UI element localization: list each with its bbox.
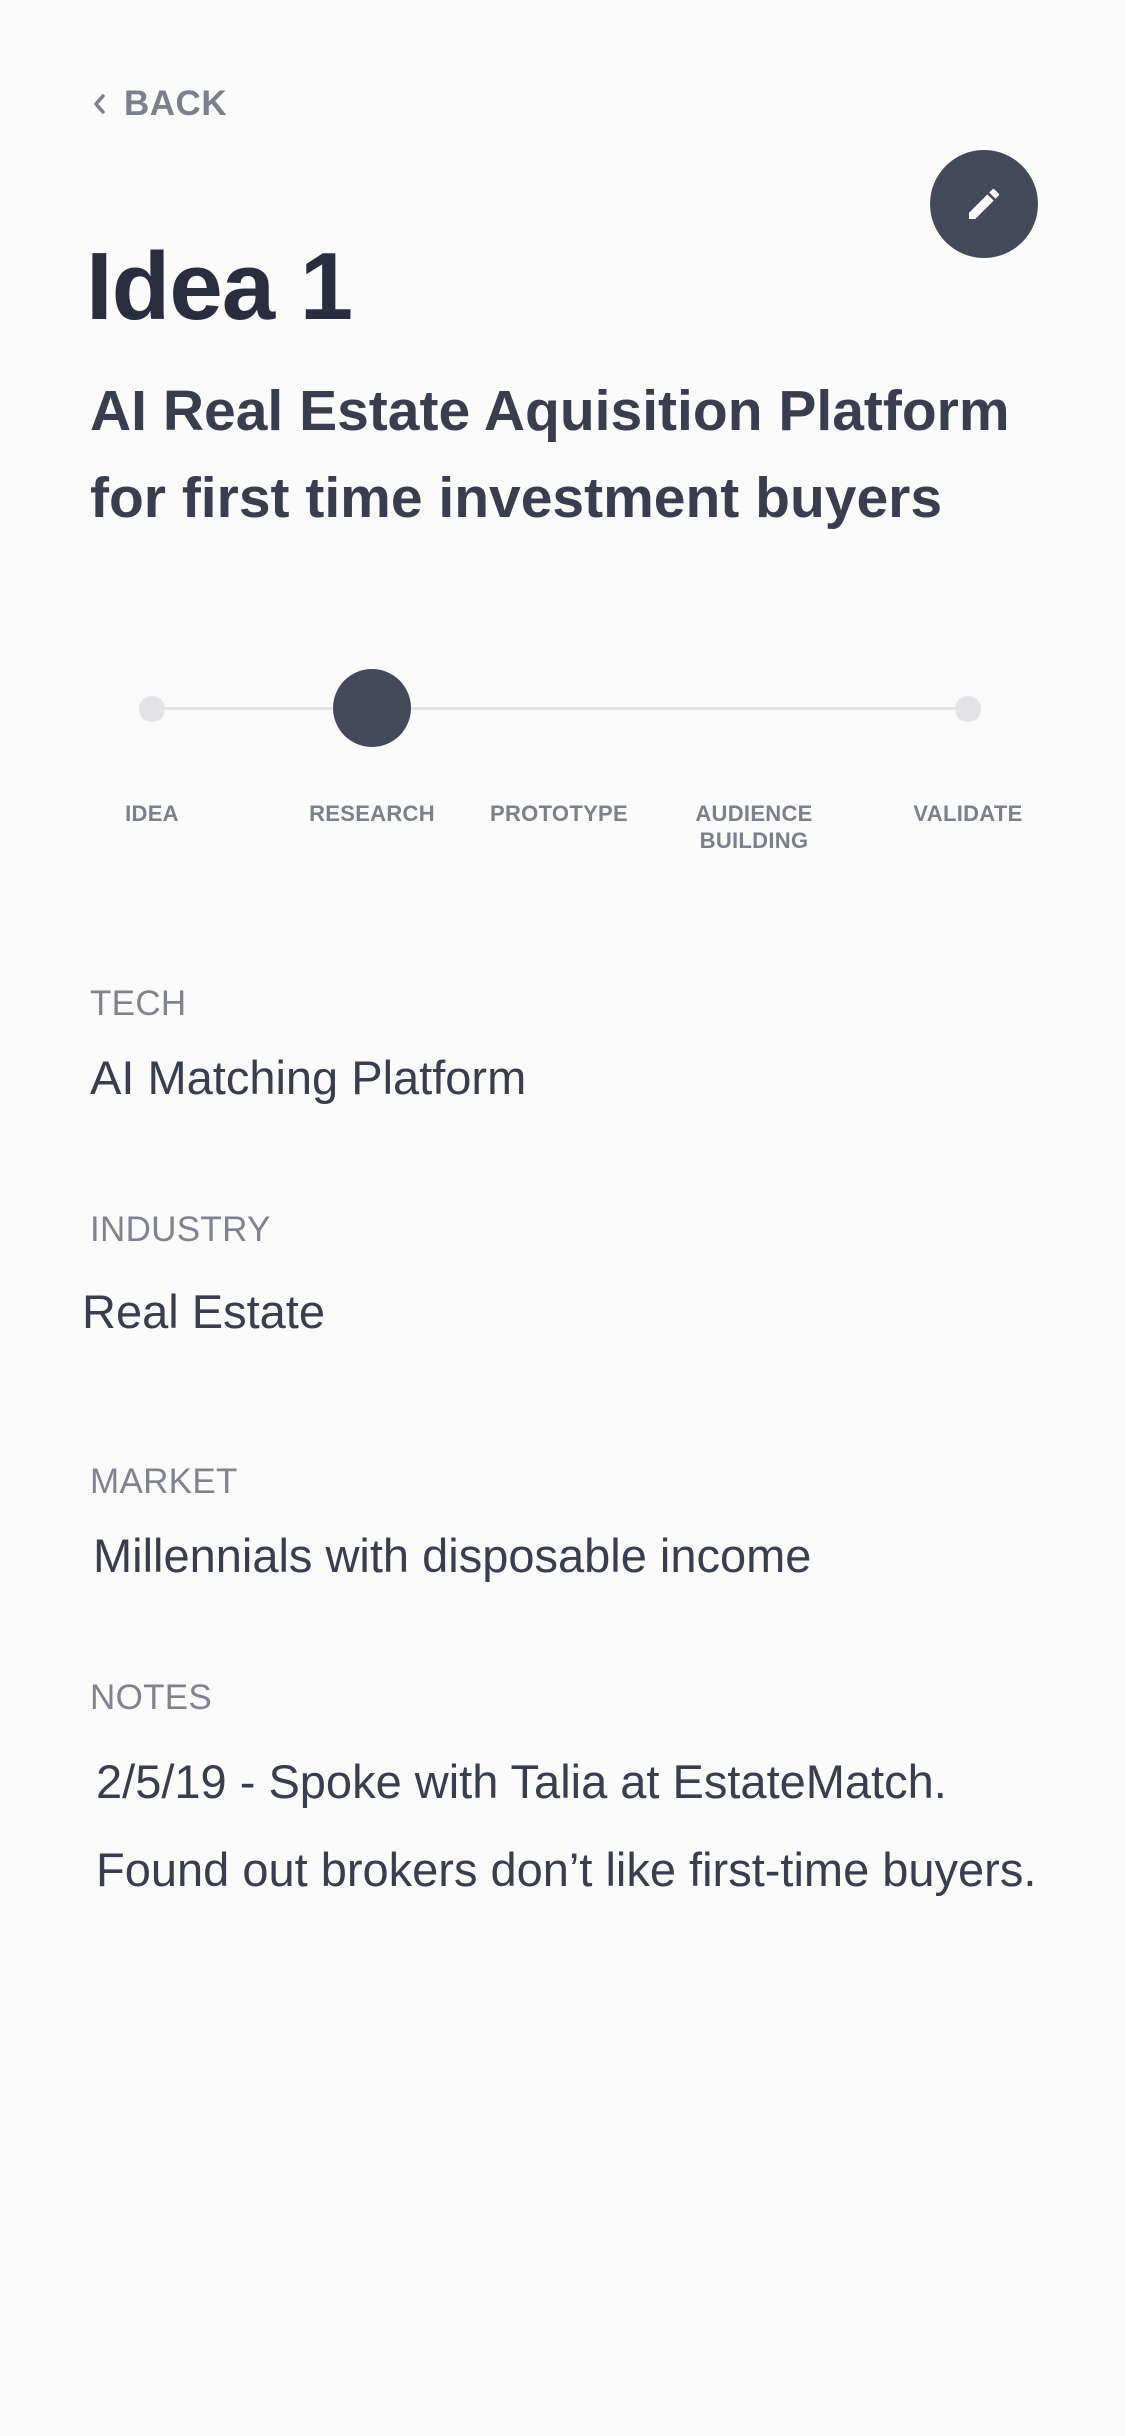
notes-label: NOTES [90, 1678, 213, 1717]
market-value: Millennials with disposable income [93, 1529, 812, 1582]
industry-label: INDUSTRY [90, 1210, 271, 1249]
step-dot [139, 696, 165, 722]
notes-line: 2/5/19 - Spoke with Talia at EstateMatch… [96, 1755, 947, 1808]
step-label: RESEARCH [309, 801, 435, 826]
market-field: MARKET Millennials with disposable incom… [90, 1462, 811, 1583]
tech-field: TECH AI Matching Platform [90, 984, 526, 1105]
edit-button[interactable] [930, 150, 1038, 258]
notes-line: Found out brokers don’t like first-time … [96, 1843, 1037, 1896]
back-label: BACK [124, 84, 228, 123]
step-label: AUDIENCE BUILDING [695, 801, 813, 853]
notes-field: NOTES 2/5/19 - Spoke with Talia at Estat… [90, 1678, 1090, 1914]
tech-label: TECH [90, 984, 187, 1023]
notes-body: 2/5/19 - Spoke with Talia at EstateMatch… [96, 1738, 1090, 1914]
progress-stepper: IDEA RESEARCH PROTOTYPE AUDIENCE BUILDIN… [0, 660, 1125, 860]
pencil-icon [964, 184, 1004, 224]
idea-subtitle: AI Real Estate Aquisition Platform for f… [90, 379, 1010, 530]
step-label: VALIDATE [913, 801, 1023, 826]
stepper-track [152, 707, 969, 710]
tech-value: AI Matching Platform [90, 1051, 527, 1104]
chevron-left-icon [88, 93, 110, 115]
step-label: IDEA [125, 801, 179, 826]
page-title: Idea 1 [86, 233, 353, 340]
industry-value: Real Estate [82, 1285, 325, 1338]
step-dot-active [333, 669, 411, 747]
industry-field: INDUSTRY Real Estate [82, 1210, 325, 1339]
step-dot [955, 696, 981, 722]
back-button[interactable]: BACK [88, 84, 227, 124]
market-label: MARKET [90, 1462, 238, 1501]
step-label: PROTOTYPE [490, 801, 628, 826]
